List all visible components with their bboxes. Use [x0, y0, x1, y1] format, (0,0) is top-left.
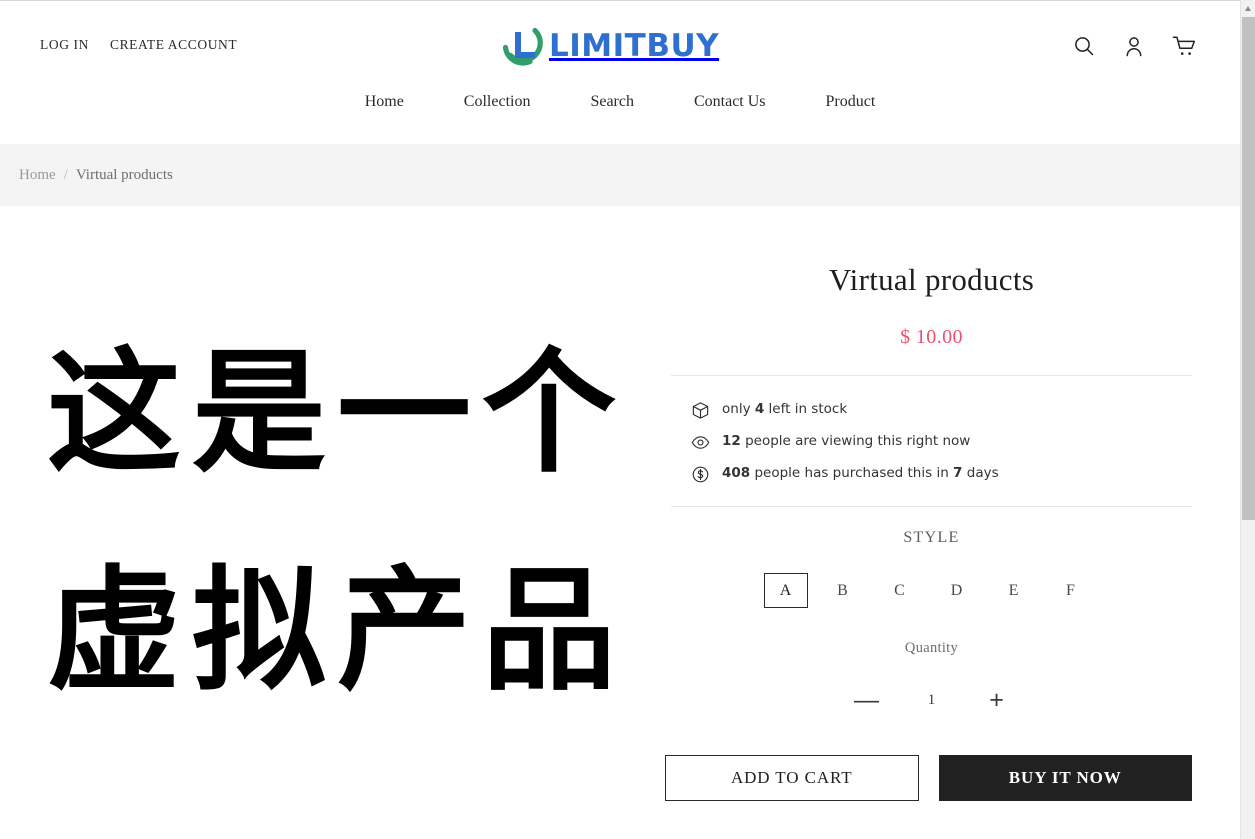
cart-icon[interactable] [1172, 34, 1196, 58]
product-section: 这是一个 虚拟产品 Virtual products $ 10.00 only … [0, 206, 1240, 839]
eye-icon [691, 435, 710, 449]
fact-text-viewers: 12 people are viewing this right now [722, 433, 971, 450]
log-in-link[interactable]: LOG IN [40, 37, 89, 53]
page-scrollbar[interactable] [1240, 0, 1255, 839]
fact-row-stock: only 4 left in stock [691, 394, 1192, 426]
product-actions: ADD TO CART BUY IT NOW [665, 755, 1192, 801]
product-title: Virtual products [828, 262, 1035, 297]
nav-item-search[interactable]: Search [560, 93, 664, 111]
header-icons [1072, 34, 1196, 58]
fact-row-purchases: 408 people has purchased this in 7 days [691, 458, 1192, 490]
fact-text-stock: only 4 left in stock [722, 401, 848, 418]
quantity-group: Quantity — + [671, 640, 1192, 715]
utility-bar: LOG IN CREATE ACCOUNT LIMITBUY [0, 1, 1240, 93]
style-swatch-b[interactable]: B [821, 573, 865, 608]
logo-wordmark: LIMITBUY [549, 27, 720, 64]
style-swatch-f[interactable]: F [1049, 573, 1093, 608]
scrollbar-up-arrow[interactable] [1241, 0, 1255, 16]
package-icon [692, 401, 709, 419]
product-page: LOG IN CREATE ACCOUNT LIMITBUY Home Coll… [0, 0, 1255, 839]
breadcrumb-home[interactable]: Home [19, 167, 56, 184]
account-icon[interactable] [1122, 34, 1146, 58]
nav-item-home[interactable]: Home [335, 93, 434, 111]
product-image-line-2: 虚拟产品 [46, 552, 627, 709]
search-icon[interactable] [1072, 34, 1096, 58]
main-navigation: Home Collection Search Contact Us Produc… [0, 93, 1240, 144]
utility-links: LOG IN CREATE ACCOUNT [40, 37, 237, 53]
divider-bottom [671, 506, 1192, 507]
breadcrumb-current: Virtual products [75, 166, 173, 183]
quantity-stepper: — + [671, 685, 1192, 715]
style-option-label: STYLE [903, 529, 960, 546]
nav-item-product[interactable]: Product [796, 93, 906, 111]
scrollbar-thumb[interactable] [1242, 17, 1255, 520]
site-logo[interactable]: LIMITBUY [499, 24, 719, 68]
fact-text-purchases: 408 people has purchased this in 7 days [722, 465, 999, 482]
style-swatch-d[interactable]: D [935, 573, 979, 608]
limitbuy-logo-mark [502, 27, 543, 66]
style-swatch-c[interactable]: C [878, 573, 922, 608]
product-price: $ 10.00 [900, 326, 963, 348]
quantity-input[interactable] [892, 691, 971, 709]
quantity-increase-button[interactable]: + [971, 685, 1023, 715]
style-swatch-e[interactable]: E [992, 573, 1036, 608]
product-info: Virtual products $ 10.00 only 4 left in … [663, 206, 1240, 839]
style-swatch-a[interactable]: A [763, 573, 808, 608]
style-option-group: STYLE A B C D E F [671, 529, 1192, 608]
buy-it-now-button[interactable]: BUY IT NOW [938, 755, 1192, 801]
fact-row-viewers: 12 people are viewing this right now [691, 426, 1192, 458]
nav-item-collection[interactable]: Collection [434, 93, 561, 111]
add-to-cart-button[interactable]: ADD TO CART [665, 755, 919, 801]
breadcrumb-separator: / [63, 166, 68, 183]
style-swatches: A B C D E F [671, 573, 1192, 608]
quantity-decrease-button[interactable]: — [841, 685, 893, 715]
product-image-line-1: 这是一个 [46, 335, 627, 492]
dollar-circle-icon [692, 466, 709, 482]
create-account-link[interactable]: CREATE ACCOUNT [110, 37, 237, 53]
product-gallery[interactable]: 这是一个 虚拟产品 [0, 206, 663, 839]
product-image[interactable]: 这是一个 虚拟产品 [0, 206, 663, 839]
product-facts: only 4 left in stock 12 people are viewi… [671, 376, 1192, 506]
nav-item-contact-us[interactable]: Contact Us [664, 93, 796, 111]
quantity-label: Quantity [904, 640, 959, 656]
breadcrumb: Home / Virtual products [0, 144, 1240, 206]
page-viewport: LOG IN CREATE ACCOUNT LIMITBUY Home Coll… [0, 0, 1240, 839]
